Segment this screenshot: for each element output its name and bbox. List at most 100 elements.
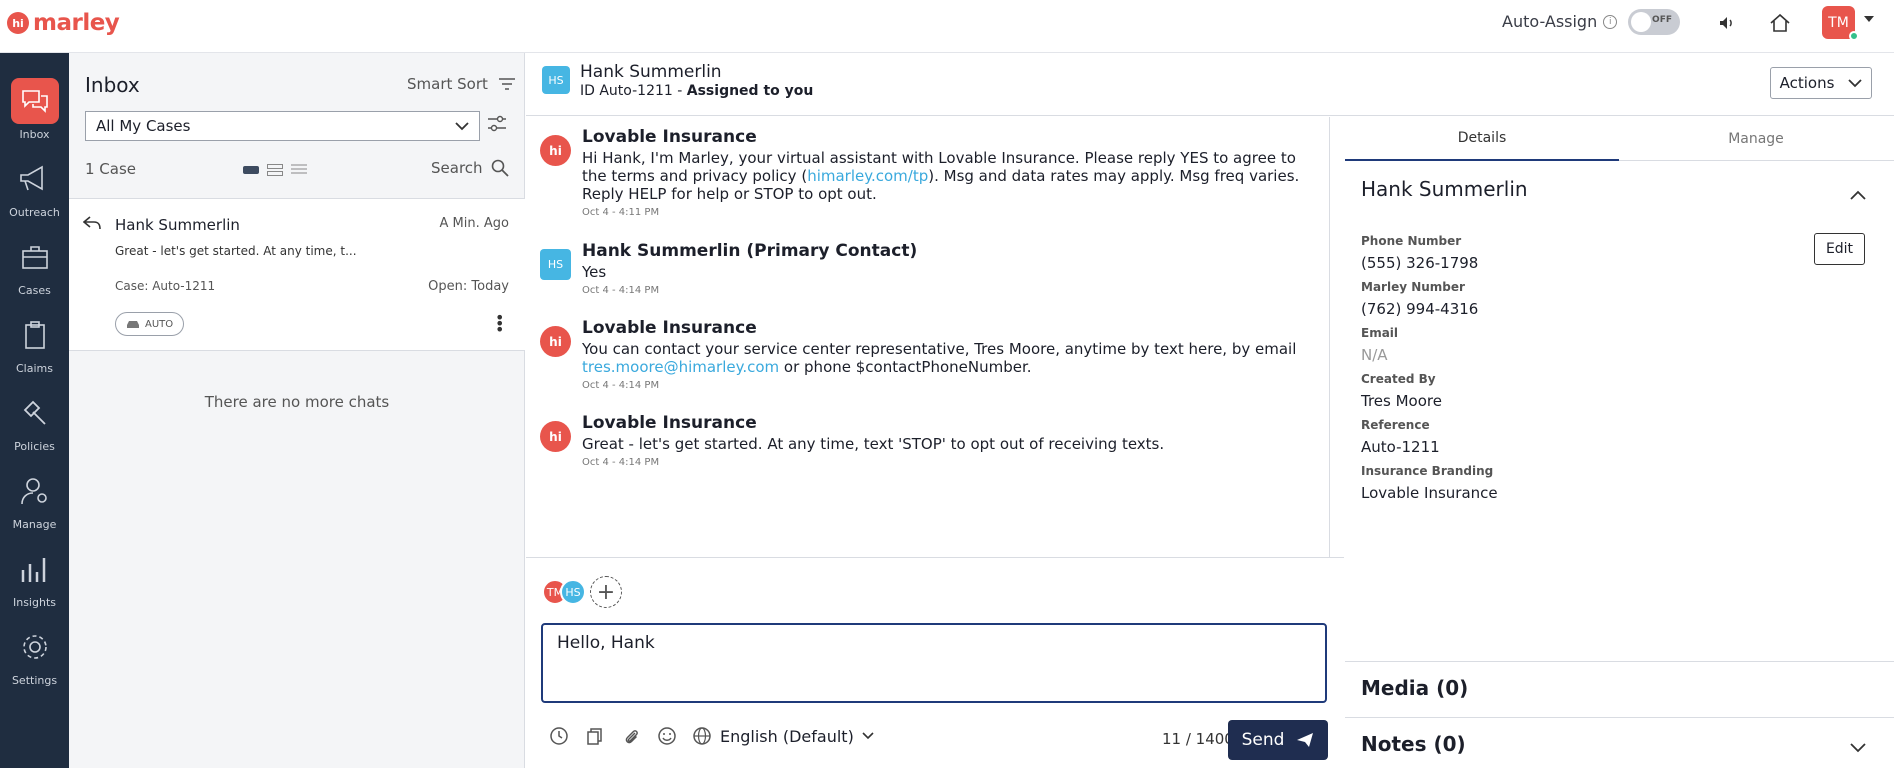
toggle-state: OFF — [1652, 15, 1672, 25]
auto-assign: Auto-Assign i — [1502, 12, 1618, 31]
tab-details[interactable]: Details — [1345, 117, 1619, 161]
language-label: English (Default) — [720, 726, 854, 746]
home-icon[interactable] — [1767, 10, 1793, 36]
message-link[interactable]: himarley.com/tp — [807, 167, 928, 185]
more-options-icon[interactable]: • • • — [495, 310, 504, 338]
field-label: Marley Number — [1361, 280, 1465, 294]
nav-item-cases[interactable]: Cases — [0, 229, 69, 301]
field-label: Created By — [1361, 372, 1436, 386]
reply-icon — [82, 215, 101, 234]
field-value: Tres Moore — [1361, 392, 1442, 410]
field-label: Phone Number — [1361, 234, 1462, 248]
megaphone-icon — [11, 156, 59, 202]
nav-item-claims[interactable]: Claims — [0, 307, 69, 379]
nav-item-insights[interactable]: Insights — [0, 541, 69, 613]
emoji-icon[interactable] — [656, 725, 678, 747]
language-select[interactable]: English (Default) — [692, 726, 874, 746]
chevron-down-icon[interactable] — [1864, 16, 1874, 22]
clock-icon[interactable] — [548, 725, 570, 747]
search-label: Search — [431, 159, 483, 177]
card-view-icon[interactable] — [243, 161, 259, 174]
case-count: 1 Case — [85, 160, 137, 178]
message-link[interactable]: tres.moore@himarley.com — [582, 358, 779, 376]
nav-label: Outreach — [9, 205, 60, 219]
inbox-panel: Inbox Smart Sort All My Cases 1 Case Sea… — [69, 53, 525, 768]
media-section[interactable]: Media (0) — [1345, 661, 1894, 717]
user-gear-icon — [11, 468, 59, 514]
contact-name: Hank Summerlin — [1361, 177, 1528, 201]
list-view-icon[interactable] — [267, 161, 283, 176]
nav-item-outreach[interactable]: Outreach — [0, 151, 69, 223]
nav-label: Manage — [12, 517, 57, 531]
briefcase-icon — [11, 234, 59, 280]
volume-icon[interactable] — [1714, 10, 1740, 36]
search-button[interactable]: Search — [431, 159, 509, 177]
case-id: Case: Auto-1211 — [115, 279, 216, 293]
send-button[interactable]: Send — [1228, 720, 1328, 760]
info-icon[interactable]: i — [1603, 14, 1618, 29]
case-filter-select[interactable]: All My Cases — [85, 111, 480, 141]
conversation-header: HS Hank Summerlin ID Auto-1211 - Assigne… — [526, 53, 1894, 116]
case-card[interactable]: Hank Summerlin A Min. Ago Great - let's … — [69, 198, 525, 351]
field-value: (555) 326-1798 — [1361, 254, 1479, 272]
message-avatar: hi — [540, 421, 571, 452]
filter-sliders-icon[interactable] — [487, 115, 507, 137]
field-value: Lovable Insurance — [1361, 484, 1498, 502]
car-icon — [127, 321, 139, 328]
chevron-down-icon — [455, 121, 469, 130]
chevron-up-icon[interactable] — [1850, 185, 1866, 204]
participants: TM HS + — [542, 576, 622, 608]
add-participant-icon[interactable]: + — [590, 576, 622, 608]
nav-label: Claims — [16, 361, 53, 375]
media-title: Media (0) — [1361, 676, 1469, 700]
no-more-chats: There are no more chats — [204, 393, 390, 411]
message-thread: hi Lovable Insurance Hi Hank, I'm Marley… — [526, 117, 1330, 557]
message-text: Yes — [582, 263, 607, 281]
bar-chart-icon — [11, 546, 59, 592]
message-sender: Lovable Insurance — [582, 318, 757, 338]
message-input[interactable]: Hello, Hank — [541, 623, 1327, 703]
message-avatar: HS — [540, 249, 571, 280]
nav-label: Settings — [11, 673, 58, 687]
actions-label: Actions — [1779, 74, 1835, 92]
auto-assign-label: Auto-Assign — [1502, 12, 1598, 31]
message-time: Oct 4 - 4:14 PM — [582, 457, 660, 468]
compose-area: TM HS + Hello, Hank English (Default) 11… — [526, 557, 1344, 768]
message-sender: Lovable Insurance — [582, 413, 757, 433]
actions-dropdown[interactable]: Actions — [1770, 67, 1872, 99]
sort-icon — [498, 78, 515, 90]
nav-label: Inbox — [19, 127, 50, 141]
search-icon — [491, 159, 509, 177]
auto-assign-toggle[interactable]: OFF — [1628, 9, 1680, 35]
conversation-id: ID Auto-1211 - — [580, 83, 683, 99]
nav-item-manage[interactable]: Manage — [0, 463, 69, 535]
logo-text: marley — [33, 10, 120, 36]
participant-avatar[interactable]: HS — [560, 579, 586, 605]
tab-manage[interactable]: Manage — [1619, 117, 1893, 161]
nav-item-settings[interactable]: Settings — [0, 619, 69, 691]
smart-sort-button[interactable]: Smart Sort — [407, 75, 516, 93]
message-avatar: hi — [540, 135, 571, 166]
message-time: Oct 4 - 4:11 PM — [582, 207, 660, 218]
details-panel: Details Manage Hank Summerlin Edit Phone… — [1345, 117, 1894, 768]
compact-view-icon[interactable] — [291, 161, 307, 174]
gavel-icon — [11, 390, 59, 436]
conversation-name: Hank Summerlin — [580, 62, 722, 82]
notes-title: Notes (0) — [1361, 732, 1466, 756]
nav-item-inbox[interactable]: Inbox — [0, 73, 69, 145]
chevron-down-icon[interactable] — [1850, 738, 1866, 757]
message-sender: Hank Summerlin (Primary Contact) — [582, 241, 918, 261]
nav-item-policies[interactable]: Policies — [0, 385, 69, 457]
field-value: Auto-1211 — [1361, 438, 1440, 456]
view-toggle — [243, 161, 307, 176]
marley-logo[interactable]: hi marley — [7, 10, 120, 36]
clipboard-icon — [11, 312, 59, 358]
send-label: Send — [1241, 730, 1285, 750]
notes-section[interactable]: Notes (0) — [1345, 717, 1894, 773]
case-customer-name: Hank Summerlin — [115, 216, 240, 234]
character-count: 11 / 1400 — [1162, 730, 1234, 748]
copy-template-icon[interactable] — [584, 725, 606, 747]
edit-button[interactable]: Edit — [1814, 233, 1865, 265]
paperclip-icon[interactable] — [620, 725, 642, 747]
globe-icon — [693, 727, 711, 745]
